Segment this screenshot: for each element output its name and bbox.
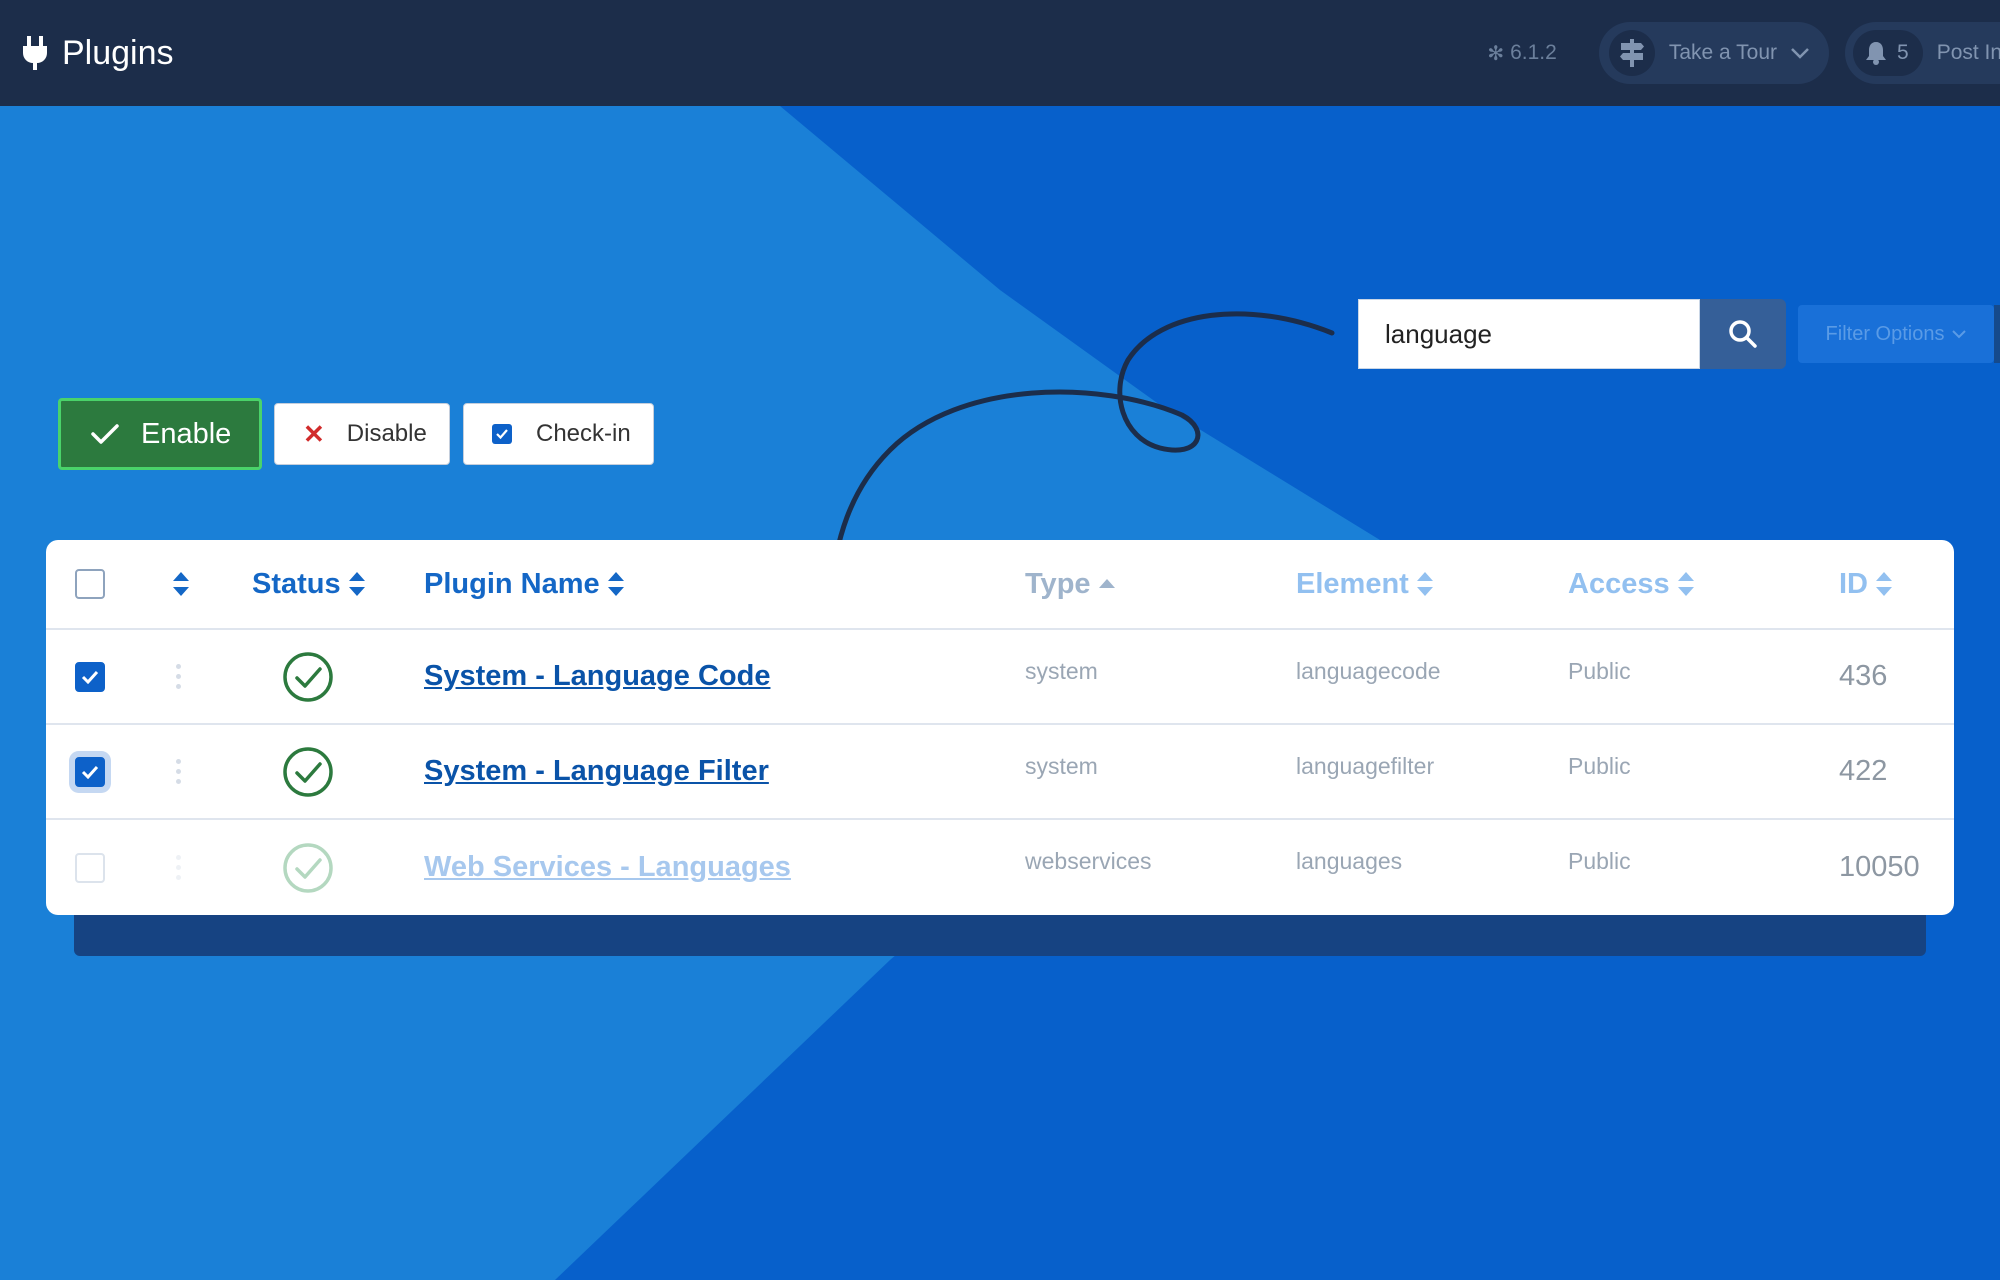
drag-handle[interactable] — [176, 759, 182, 784]
element-header-label: Element — [1296, 567, 1409, 600]
plugin-id: 436 — [1839, 660, 1888, 692]
check-icon — [91, 424, 119, 444]
plugin-name-header-label: Plugin Name — [424, 567, 600, 600]
page-title: Plugins — [62, 33, 174, 72]
search-icon — [1729, 320, 1757, 348]
checkbox-icon — [492, 424, 512, 444]
status-column-header[interactable]: Status — [252, 540, 367, 628]
notification-count: 5 — [1897, 41, 1909, 64]
access-column-header[interactable]: Access — [1568, 540, 1696, 628]
enable-button[interactable]: Enable — [58, 398, 262, 470]
sort-ascending-icon — [1098, 579, 1115, 588]
plugin-access: Public — [1568, 848, 1631, 874]
sort-icon — [607, 572, 624, 596]
type-column-header[interactable]: Type — [1025, 540, 1117, 628]
plugin-type: system — [1025, 658, 1098, 684]
signpost-icon — [1619, 39, 1644, 67]
version-indicator[interactable]: ✻ 6.1.2 — [1487, 41, 1556, 66]
check-in-label: Check-in — [536, 420, 631, 447]
element-column-header[interactable]: Element — [1296, 540, 1435, 628]
plugin-element: languagecode — [1296, 658, 1441, 684]
post-installation-label: Post Installation Messages — [1936, 41, 2000, 64]
row-checkbox[interactable] — [75, 852, 105, 883]
sort-icon — [348, 572, 365, 596]
id-header-label: ID — [1839, 567, 1868, 600]
close-icon: ✕ — [303, 418, 325, 449]
plugin-name-link[interactable]: Web Services - Languages — [424, 851, 791, 884]
sort-icon — [1677, 572, 1694, 596]
sort-icon — [1876, 572, 1892, 596]
row-checkbox[interactable] — [75, 661, 105, 692]
plugins-table: Status Plugin Name Type Element Access I… — [46, 540, 1954, 915]
plugin-element: languages — [1296, 848, 1403, 874]
plugin-access: Public — [1568, 658, 1631, 684]
filter-options-button[interactable]: Filter Options — [1798, 305, 1994, 363]
table-row: System - Language Filter system language… — [46, 725, 1954, 820]
check-in-button[interactable]: Check-in — [463, 403, 654, 465]
status-header-label: Status — [252, 567, 341, 600]
status-check-icon[interactable] — [282, 651, 334, 703]
type-header-label: Type — [1025, 567, 1091, 600]
table-row: System - Language Code system languageco… — [46, 630, 1954, 725]
sort-icon — [1416, 572, 1433, 596]
bell-icon — [1866, 42, 1886, 65]
filter-options-label: Filter Options — [1825, 322, 1945, 345]
search-button[interactable] — [1700, 299, 1786, 369]
take-a-tour-button[interactable]: Take a Tour — [1598, 22, 1829, 84]
version-label: 6.1.2 — [1510, 41, 1557, 64]
brand: Plugins — [22, 34, 174, 73]
plugin-element: languagefilter — [1296, 753, 1435, 779]
status-check-icon[interactable] — [282, 842, 334, 894]
table-row: Web Services - Languages webservices lan… — [46, 820, 1954, 915]
chevron-down-icon — [1791, 48, 1809, 59]
enable-label: Enable — [141, 417, 232, 450]
chevron-down-icon — [1952, 330, 1967, 339]
table-header-row: Status Plugin Name Type Element Access I… — [46, 540, 1954, 630]
disable-button[interactable]: ✕ Disable — [274, 403, 450, 465]
plugin-name-column-header[interactable]: Plugin Name — [424, 540, 626, 628]
access-header-label: Access — [1568, 567, 1670, 600]
joomla-icon: ✻ — [1487, 42, 1505, 65]
drag-handle[interactable] — [176, 664, 182, 689]
plugin-id: 10050 — [1839, 851, 1920, 883]
top-header-bar: Plugins ✻ 6.1.2 Take a Tour 5 Post In — [0, 0, 2000, 106]
plugin-name-link[interactable]: System - Language Filter — [424, 755, 769, 788]
tour-label: Take a Tour — [1668, 41, 1777, 64]
filter-button-edge — [1994, 305, 2000, 363]
sort-icon[interactable] — [171, 570, 191, 598]
plugin-name-link[interactable]: System - Language Code — [424, 660, 770, 693]
row-checkbox[interactable] — [75, 756, 105, 787]
select-all-checkbox[interactable] — [75, 569, 105, 599]
plugin-type: webservices — [1025, 848, 1152, 874]
plugin-id: 422 — [1839, 755, 1888, 787]
status-check-icon[interactable] — [282, 746, 334, 798]
plugin-access: Public — [1568, 753, 1631, 779]
plugin-type: system — [1025, 753, 1098, 779]
disable-label: Disable — [346, 420, 427, 447]
post-installation-messages-button[interactable]: 5 Post Installation Messages — [1845, 22, 2000, 84]
search-input[interactable]: language — [1358, 299, 1700, 369]
id-column-header[interactable]: ID — [1839, 540, 1894, 628]
plug-icon — [23, 36, 47, 70]
drag-handle[interactable] — [176, 855, 182, 880]
